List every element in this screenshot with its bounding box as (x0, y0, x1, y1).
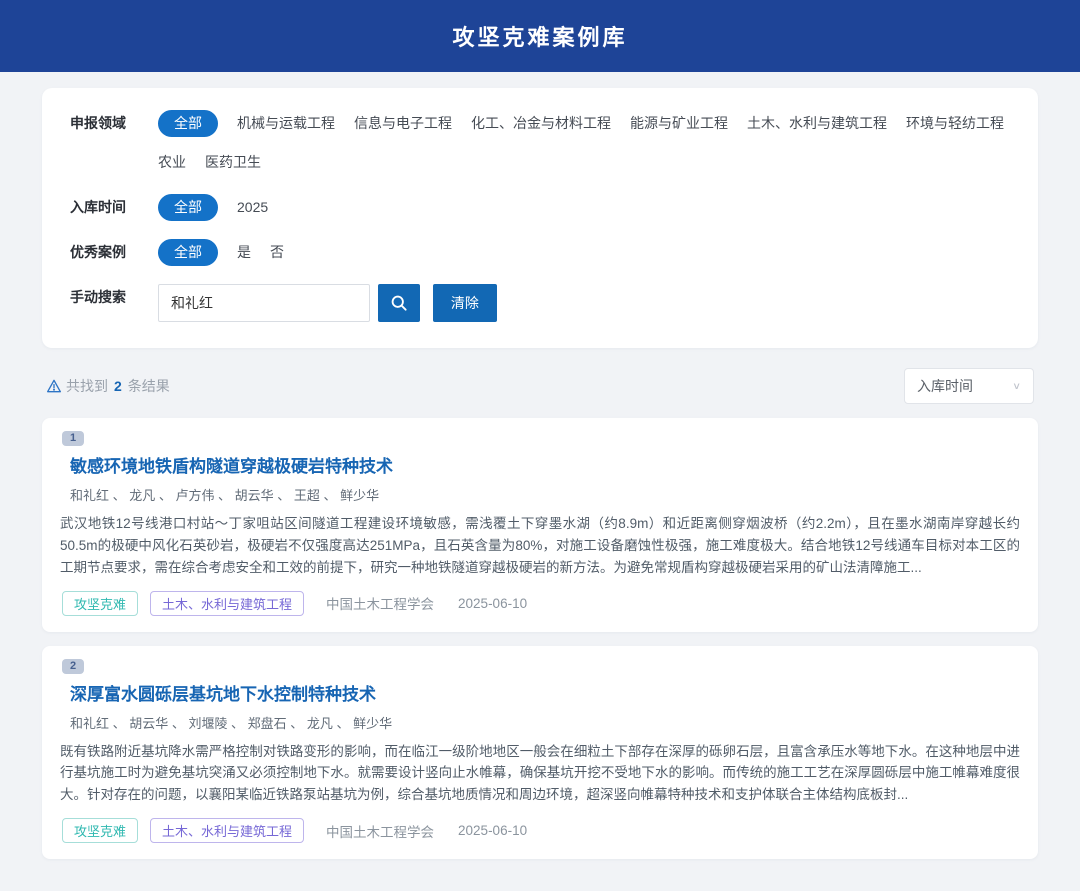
filter-row-search: 手动搜索 清除 (70, 284, 1010, 322)
search-controls: 清除 (158, 284, 497, 322)
case-tag-primary: 攻坚克难 (62, 818, 138, 843)
field-option-medicine[interactable]: 医药卫生 (205, 149, 261, 176)
search-button[interactable] (378, 284, 420, 322)
results-bar: 共找到 2 条结果 入库时间 ∨ (46, 368, 1034, 404)
case-tag-field: 土木、水利与建筑工程 (150, 818, 304, 843)
warning-triangle-icon (46, 378, 62, 394)
time-option-all[interactable]: 全部 (158, 194, 218, 221)
results-count-number: 2 (114, 378, 122, 394)
case-date: 2025-06-10 (458, 596, 527, 611)
clear-button[interactable]: 清除 (433, 284, 497, 322)
filter-options-field: 全部 机械与运载工程 信息与电子工程 化工、冶金与材料工程 能源与矿业工程 土木… (158, 110, 1010, 176)
field-option-all[interactable]: 全部 (158, 110, 218, 137)
case-meta-row: 攻坚克难 土木、水利与建筑工程 中国土木工程学会 2025-06-10 (62, 591, 1020, 616)
results-count-suffix: 条结果 (128, 376, 170, 396)
field-option-energy[interactable]: 能源与矿业工程 (630, 110, 728, 137)
app-header: 攻坚克难案例库 (0, 0, 1080, 72)
filter-row-excellent: 优秀案例 全部 是 否 (70, 239, 1010, 266)
case-date: 2025-06-10 (458, 823, 527, 838)
results-count: 共找到 2 条结果 (46, 376, 170, 396)
field-option-agriculture[interactable]: 农业 (158, 149, 186, 176)
field-option-civil[interactable]: 土木、水利与建筑工程 (747, 110, 887, 137)
case-tag-primary: 攻坚克难 (62, 591, 138, 616)
main-content: 申报领域 全部 机械与运载工程 信息与电子工程 化工、冶金与材料工程 能源与矿业… (0, 72, 1080, 891)
results-count-prefix: 共找到 (66, 376, 108, 396)
excellent-option-yes[interactable]: 是 (237, 239, 251, 266)
case-description: 武汉地铁12号线港口村站～丁家咀站区间隧道工程建设环境敏感，需浅覆土下穿墨水湖（… (60, 513, 1020, 579)
filter-options-excellent: 全部 是 否 (158, 239, 1010, 266)
field-option-mechanical[interactable]: 机械与运载工程 (237, 110, 335, 137)
case-authors: 和礼红 、 胡云华 、 刘堰陵 、 郑盘石 、 龙凡 、 鲜少华 (70, 713, 1020, 732)
chevron-down-icon: ∨ (1012, 380, 1021, 391)
case-organization: 中国土木工程学会 (326, 593, 434, 613)
case-card: 2 深厚富水圆砾层基坑地下水控制特种技术 和礼红 、 胡云华 、 刘堰陵 、 郑… (42, 646, 1038, 860)
field-option-chemical[interactable]: 化工、冶金与材料工程 (471, 110, 611, 137)
filter-row-time: 入库时间 全部 2025 (70, 194, 1010, 221)
case-index-badge: 1 (62, 431, 84, 446)
search-input[interactable] (158, 284, 370, 322)
case-authors: 和礼红 、 龙凡 、 卢方伟 、 胡云华 、 王超 、 鲜少华 (70, 485, 1020, 504)
case-card: 1 敏感环境地铁盾构隧道穿越极硬岩特种技术 和礼红 、 龙凡 、 卢方伟 、 胡… (42, 418, 1038, 632)
case-tag-field: 土木、水利与建筑工程 (150, 591, 304, 616)
filter-label-search: 手动搜索 (70, 284, 158, 311)
excellent-option-no[interactable]: 否 (270, 239, 284, 266)
time-option-2025[interactable]: 2025 (237, 194, 268, 221)
excellent-option-all[interactable]: 全部 (158, 239, 218, 266)
case-description: 既有铁路附近基坑降水需严格控制对铁路变形的影响，而在临江一级阶地地区一般会在细粒… (60, 741, 1020, 807)
sort-dropdown[interactable]: 入库时间 ∨ (904, 368, 1034, 404)
case-title-link[interactable]: 敏感环境地铁盾构隧道穿越极硬岩特种技术 (70, 452, 1020, 477)
filter-label-excellent: 优秀案例 (70, 239, 158, 266)
case-title-link[interactable]: 深厚富水圆砾层基坑地下水控制特种技术 (70, 680, 1020, 705)
filter-options-time: 全部 2025 (158, 194, 1010, 221)
filter-label-field: 申报领域 (70, 110, 158, 137)
case-meta-row: 攻坚克难 土木、水利与建筑工程 中国土木工程学会 2025-06-10 (62, 818, 1020, 843)
magnifier-icon (389, 293, 409, 313)
filter-row-field: 申报领域 全部 机械与运载工程 信息与电子工程 化工、冶金与材料工程 能源与矿业… (70, 110, 1010, 176)
filter-label-time: 入库时间 (70, 194, 158, 221)
sort-dropdown-value: 入库时间 (917, 376, 973, 396)
case-organization: 中国土木工程学会 (326, 821, 434, 841)
field-option-environment[interactable]: 环境与轻纺工程 (906, 110, 1004, 137)
case-index-badge: 2 (62, 659, 84, 674)
page-title: 攻坚克难案例库 (452, 20, 627, 52)
field-option-electronics[interactable]: 信息与电子工程 (354, 110, 452, 137)
filter-panel: 申报领域 全部 机械与运载工程 信息与电子工程 化工、冶金与材料工程 能源与矿业… (42, 88, 1038, 348)
